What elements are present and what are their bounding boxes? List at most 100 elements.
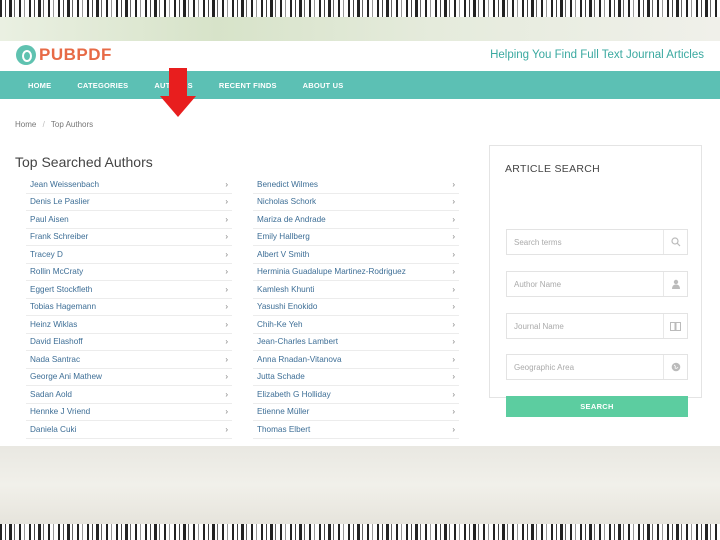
chevron-right-icon: › xyxy=(225,354,228,364)
author-link[interactable]: Denis Le Paslier xyxy=(30,197,90,206)
chevron-right-icon: › xyxy=(452,337,455,347)
article-search-title: ARTICLE SEARCH xyxy=(505,163,601,175)
author-row[interactable]: Tracey D › xyxy=(26,246,232,264)
author-row[interactable]: Anna Rnadan-Vitanova › xyxy=(253,351,459,369)
globe-icon xyxy=(663,355,687,379)
author-link[interactable]: David Elashoff xyxy=(30,337,83,346)
author-row[interactable]: Yasushi Enokido › xyxy=(253,299,459,316)
journal-name-input[interactable] xyxy=(507,314,657,338)
breadcrumb-home[interactable]: Home xyxy=(15,120,36,129)
user-icon xyxy=(663,272,687,296)
geographic-area-field[interactable] xyxy=(506,354,688,380)
nav-recent-finds[interactable]: RECENT FINDS xyxy=(219,81,277,90)
author-row[interactable]: Denis Le Paslier › xyxy=(26,194,232,211)
author-row[interactable]: Kamlesh Khunti › xyxy=(253,281,459,299)
geographic-area-input[interactable] xyxy=(507,355,657,379)
chevron-right-icon: › xyxy=(225,284,228,294)
chevron-right-icon: › xyxy=(225,267,228,277)
chevron-right-icon: › xyxy=(452,407,455,417)
nav-home[interactable]: HOME xyxy=(28,81,51,90)
author-row[interactable]: Daniela Cuki › xyxy=(26,421,232,439)
breadcrumb-separator: / xyxy=(42,120,45,129)
author-link[interactable]: Sadan Aold xyxy=(30,390,72,399)
chevron-right-icon: › xyxy=(452,424,455,434)
author-link[interactable]: Nicholas Schork xyxy=(257,197,316,206)
author-row[interactable]: Albert V Smith › xyxy=(253,246,459,264)
author-link[interactable]: Benedict Wilmes xyxy=(257,180,318,189)
author-row[interactable]: Chih-Ke Yeh › xyxy=(253,316,459,334)
author-link[interactable]: Mariza de Andrade xyxy=(257,215,326,224)
author-row[interactable]: George Ani Mathew › xyxy=(26,369,232,386)
site-header: PUBPDF Helping You Find Full Text Journa… xyxy=(0,41,720,71)
author-link[interactable]: Chih-Ke Yeh xyxy=(257,320,303,329)
chevron-right-icon: › xyxy=(452,179,455,189)
author-row[interactable]: Jean-Charles Lambert › xyxy=(253,334,459,351)
chevron-right-icon: › xyxy=(225,214,228,224)
author-link[interactable]: Herminia Guadalupe Martinez-Rodriguez xyxy=(257,267,406,276)
author-link[interactable]: George Ani Mathew xyxy=(30,372,102,381)
author-name-input[interactable] xyxy=(507,272,657,296)
author-row[interactable]: Emily Hallberg › xyxy=(253,229,459,246)
nav-about-us[interactable]: ABOUT US xyxy=(303,81,344,90)
author-link[interactable]: Hennke J Vriend xyxy=(30,407,90,416)
chevron-right-icon: › xyxy=(225,424,228,434)
top-barcode-strip xyxy=(0,0,720,17)
nav-categories[interactable]: CATEGORIES xyxy=(77,81,128,90)
author-row[interactable]: Thomas Elbert › xyxy=(253,421,459,439)
author-row[interactable]: Nada Santrac › xyxy=(26,351,232,369)
author-row[interactable]: Benedict Wilmes › xyxy=(253,176,459,194)
author-link[interactable]: Tracey D xyxy=(30,250,63,259)
author-link[interactable]: Heinz Wiklas xyxy=(30,320,77,329)
author-row[interactable]: Jutta Schade › xyxy=(253,369,459,386)
author-row[interactable]: Elizabeth G Holliday › xyxy=(253,386,459,404)
author-link[interactable]: Emily Hallberg xyxy=(257,232,310,241)
chevron-right-icon: › xyxy=(225,302,228,312)
chevron-right-icon: › xyxy=(225,407,228,417)
chevron-right-icon: › xyxy=(225,179,228,189)
author-row[interactable]: Eggert Stockfleth › xyxy=(26,281,232,299)
author-link[interactable]: Thomas Elbert xyxy=(257,425,310,434)
author-link[interactable]: Frank Schreiber xyxy=(30,232,88,241)
author-row[interactable]: Etienne Müller › xyxy=(253,404,459,421)
author-link[interactable]: Nada Santrac xyxy=(30,355,80,364)
chevron-right-icon: › xyxy=(225,319,228,329)
page-title: Top Searched Authors xyxy=(15,154,153,170)
chevron-right-icon: › xyxy=(452,249,455,259)
authors-list-left: Jean Weissenbach › Denis Le Paslier › Paul A… xyxy=(26,176,232,439)
author-link[interactable]: Jean-Charles Lambert xyxy=(257,337,338,346)
search-terms-field[interactable] xyxy=(506,229,688,255)
author-link[interactable]: Eggert Stockfleth xyxy=(30,285,92,294)
author-row[interactable]: Heinz Wiklas › xyxy=(26,316,232,334)
chevron-right-icon: › xyxy=(452,372,455,382)
author-row[interactable]: Jean Weissenbach › xyxy=(26,176,232,194)
author-link[interactable]: Jutta Schade xyxy=(257,372,305,381)
author-link[interactable]: Yasushi Enokido xyxy=(257,302,317,311)
author-link[interactable]: Anna Rnadan-Vitanova xyxy=(257,355,342,364)
author-link[interactable]: Albert V Smith xyxy=(257,250,309,259)
author-link[interactable]: Kamlesh Khunti xyxy=(257,285,314,294)
author-row[interactable]: Frank Schreiber › xyxy=(26,229,232,246)
author-row[interactable]: Sadan Aold › xyxy=(26,386,232,404)
search-button[interactable]: SEARCH xyxy=(506,396,688,417)
author-link[interactable]: Rollin McCraty xyxy=(30,267,83,276)
search-terms-input[interactable] xyxy=(507,230,657,254)
bottom-decorative-area xyxy=(0,446,720,524)
author-link[interactable]: Jean Weissenbach xyxy=(30,180,99,189)
author-link[interactable]: Paul Aisen xyxy=(30,215,69,224)
author-link[interactable]: Elizabeth G Holliday xyxy=(257,390,331,399)
author-link[interactable]: Tobias Hagemann xyxy=(30,302,96,311)
logo[interactable]: PUBPDF xyxy=(16,45,112,65)
author-row[interactable]: Mariza de Andrade › xyxy=(253,211,459,229)
journal-name-field[interactable] xyxy=(506,313,688,339)
author-link[interactable]: Etienne Müller xyxy=(257,407,309,416)
author-row[interactable]: Rollin McCraty › xyxy=(26,264,232,281)
author-row[interactable]: Nicholas Schork › xyxy=(253,194,459,211)
author-name-field[interactable] xyxy=(506,271,688,297)
author-row[interactable]: Herminia Guadalupe Martinez-Rodriguez › xyxy=(253,264,459,281)
author-link[interactable]: Daniela Cuki xyxy=(30,425,76,434)
breadcrumb-current: Top Authors xyxy=(50,120,94,129)
author-row[interactable]: David Elashoff › xyxy=(26,334,232,351)
author-row[interactable]: Hennke J Vriend › xyxy=(26,404,232,421)
author-row[interactable]: Paul Aisen › xyxy=(26,211,232,229)
author-row[interactable]: Tobias Hagemann › xyxy=(26,299,232,316)
